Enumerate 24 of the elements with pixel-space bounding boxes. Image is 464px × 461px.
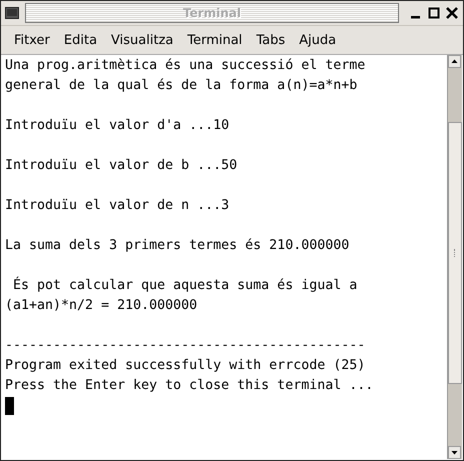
- terminal-line: Press the Enter key to close this terminal ...: [5, 377, 374, 395]
- terminal-line: general de la qual és de la forma a(n)=a*n+b: [5, 77, 358, 95]
- menu-item[interactable]: Fitxer: [7, 30, 57, 50]
- maximize-icon[interactable]: [428, 7, 440, 19]
- scroll-up-icon[interactable]: [448, 55, 461, 68]
- menu-item[interactable]: Ajuda: [292, 30, 344, 50]
- terminal-line: Introduïu el valor de n ...3: [5, 197, 230, 215]
- menu-item[interactable]: Edita: [56, 30, 104, 50]
- menu-item[interactable]: Visualitza: [104, 30, 180, 50]
- terminal-line: Introduïu el valor de b ...50: [5, 157, 238, 175]
- terminal-line: És pot calcular que aquesta suma és igual a: [12, 276, 358, 295]
- menu-item[interactable]: Tabs: [249, 30, 292, 50]
- terminal-line: ---------------------------------------------: [5, 337, 366, 355]
- scroll-down-icon[interactable]: [448, 446, 461, 459]
- close-icon[interactable]: [446, 7, 458, 19]
- scrollbar[interactable]: [447, 55, 462, 459]
- menu-item[interactable]: Terminal: [180, 30, 250, 50]
- terminal-line: Una prog.aritmètica és una successió el terme: [5, 57, 366, 75]
- terminal-line: (a1+an)*n/2 = 210.000000: [5, 297, 198, 315]
- terminal-line: Introduïu el valor d'a ...10: [5, 117, 230, 135]
- window-title: Terminal: [182, 6, 242, 20]
- scrollbar-thumb[interactable]: [448, 122, 462, 384]
- terminal-line: Program exited successfully with errcode (25): [5, 357, 366, 375]
- terminal-line: La suma dels 3 primers termes és 210.000000: [5, 237, 350, 255]
